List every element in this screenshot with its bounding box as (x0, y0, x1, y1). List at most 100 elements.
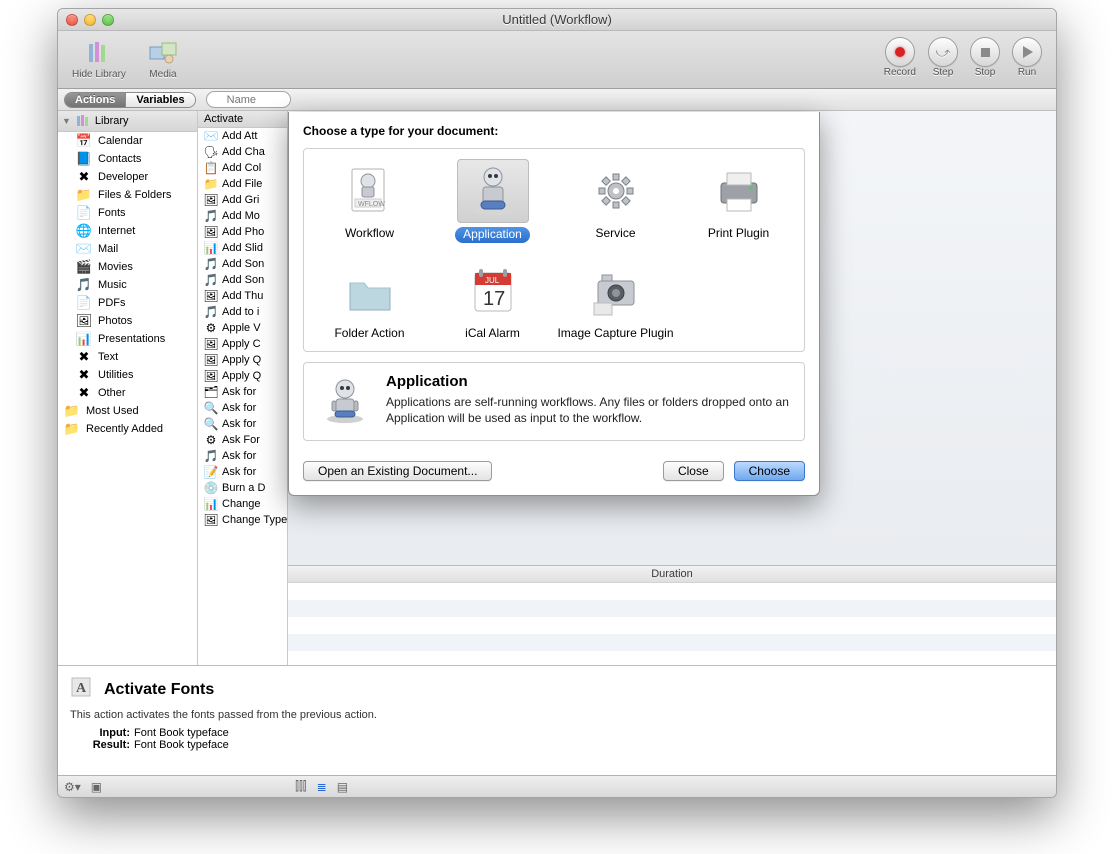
gear-menu-icon[interactable]: ⚙︎▾ (64, 780, 81, 794)
action-list-header[interactable]: Activate (198, 111, 287, 128)
action-item[interactable]: 🔍Ask for (198, 416, 287, 432)
step-label: Step (933, 67, 954, 78)
action-item[interactable]: 🔍Ask for (198, 400, 287, 416)
sidebar-item[interactable]: 📘Contacts (58, 150, 197, 168)
action-item[interactable]: ⚙︎Ask For (198, 432, 287, 448)
sidebar-item[interactable]: ✖︎Developer (58, 168, 197, 186)
action-label: Add to i (222, 306, 259, 318)
action-item[interactable]: 🖼Apply Q (198, 368, 287, 384)
doc-type-image-capture-plugin[interactable]: Image Capture Plugin (556, 259, 675, 341)
action-item[interactable]: 🖼Apply Q (198, 352, 287, 368)
choose-button[interactable]: Choose (734, 461, 805, 481)
action-item[interactable]: 📊Change (198, 496, 287, 512)
media-button[interactable]: Media (142, 35, 184, 82)
type-desc-text: Applications are self-running workflows.… (386, 394, 790, 426)
detail-result-value: Font Book typeface (134, 739, 229, 751)
action-icon: 💿 (204, 481, 218, 495)
tab-actions[interactable]: Actions (65, 93, 125, 107)
doc-type-workflow[interactable]: WFLOWWorkflow (310, 159, 429, 243)
tab-variables[interactable]: Variables (125, 93, 194, 107)
step-button[interactable]: ⤻ Step (924, 35, 962, 80)
action-item[interactable]: 📊Add Slid (198, 240, 287, 256)
action-item[interactable]: 🎵Add Son (198, 256, 287, 272)
sidebar-item[interactable]: 📅Calendar (58, 132, 197, 150)
category-icon: 🎵 (76, 277, 92, 293)
open-existing-button[interactable]: Open an Existing Document... (303, 461, 492, 481)
outline-icon[interactable]: ▤ (337, 780, 348, 794)
sidebar-item[interactable]: 🎵 Music (58, 276, 197, 294)
close-button[interactable]: Close (663, 461, 724, 481)
action-item[interactable]: 💿Burn a D (198, 480, 287, 496)
zoom-window-button[interactable] (102, 14, 114, 26)
action-icon: 🎵 (204, 209, 218, 223)
sidebar-item[interactable]: 🖼Photos (58, 312, 197, 330)
category-icon: ✉️ (76, 241, 92, 257)
toggle-detail-icon[interactable]: ▣ (91, 780, 102, 794)
action-item[interactable]: 📁Add File (198, 176, 287, 192)
minimize-window-button[interactable] (84, 14, 96, 26)
doc-type-service[interactable]: Service (556, 159, 675, 243)
action-icon: ⚙︎ (204, 321, 218, 335)
hide-library-label: Hide Library (72, 69, 126, 80)
action-item[interactable]: 🎵Add Mo (198, 208, 287, 224)
action-item[interactable]: 🖼Change Type of Images (198, 512, 287, 528)
action-item[interactable]: 🗣Add Cha (198, 144, 287, 160)
action-item[interactable]: ⚙︎Apple V (198, 320, 287, 336)
action-icon: 📋 (204, 161, 218, 175)
doc-type-print-plugin[interactable]: Print Plugin (679, 159, 798, 243)
action-item[interactable]: 🎵Add to i (198, 304, 287, 320)
sidebar-item[interactable]: 📁Files & Folders (58, 186, 197, 204)
sidebar-special-item[interactable]: 📁Recently Added (58, 420, 197, 438)
sidebar-item[interactable]: 🌐Internet (58, 222, 197, 240)
doc-type-label: Service (595, 227, 635, 241)
log-table[interactable] (288, 583, 1056, 665)
category-icon: 📄 (76, 205, 92, 221)
columns-icon[interactable]: ⫿⫿⫿ (295, 779, 307, 794)
log-duration-header: Duration (288, 565, 1056, 583)
action-item[interactable]: 🖼 Add Pho (198, 224, 287, 240)
sidebar-item-label: Developer (98, 171, 148, 183)
list-icon[interactable]: ≣ (317, 780, 327, 794)
action-item[interactable]: 🖼Add Gri (198, 192, 287, 208)
run-button[interactable]: Run (1008, 35, 1046, 80)
action-label: Add Gri (222, 194, 259, 206)
sidebar-item-label: Fonts (98, 207, 126, 219)
close-window-button[interactable] (66, 14, 78, 26)
sidebar-item-label: Files & Folders (98, 189, 171, 201)
action-item[interactable]: 🎵Ask for (198, 448, 287, 464)
sidebar-item[interactable]: ✖︎Text (58, 348, 197, 366)
action-item[interactable]: ✉️Add Att (198, 128, 287, 144)
svg-text:WFLOW: WFLOW (358, 201, 385, 208)
record-button[interactable]: Record (880, 35, 920, 80)
action-label: Ask for (222, 418, 256, 430)
action-item[interactable]: 📋Add Col (198, 160, 287, 176)
disclosure-triangle-icon[interactable]: ▼ (62, 116, 71, 126)
doc-type-application[interactable]: Application (433, 159, 552, 243)
library-header[interactable]: ▼ Library (58, 111, 197, 132)
stop-icon (970, 37, 1000, 67)
action-item[interactable]: 🖼Add Thu (198, 288, 287, 304)
action-item[interactable]: 🗂Ask for (198, 384, 287, 400)
doc-type-ical-alarm[interactable]: JUL17iCal Alarm (433, 259, 552, 341)
stop-button[interactable]: Stop (966, 35, 1004, 80)
automator-window: Untitled (Workflow) Hide Library Media R… (57, 8, 1057, 798)
sidebar-item[interactable]: 📊Presentations (58, 330, 197, 348)
sidebar-item[interactable]: 📄 Fonts (58, 204, 197, 222)
detail-result-label: Result: (70, 739, 130, 751)
sidebar-item[interactable]: ✖︎Other (58, 384, 197, 402)
sidebar-item-label: Music (98, 279, 127, 291)
action-icon: 🖼 (204, 225, 218, 239)
action-item[interactable]: 🖼Apply C (198, 336, 287, 352)
doc-type-folder-action[interactable]: Folder Action (310, 259, 429, 341)
search-input[interactable] (206, 91, 291, 108)
sidebar-special-item[interactable]: 📁Most Used (58, 402, 197, 420)
action-item[interactable]: 🎵Add Son (198, 272, 287, 288)
sidebar-item[interactable]: ✖︎Utilities (58, 366, 197, 384)
sidebar-item[interactable]: ✉️Mail (58, 240, 197, 258)
action-label: Add Pho (222, 226, 264, 238)
sidebar-item[interactable]: 🎬Movies (58, 258, 197, 276)
action-item[interactable]: 📝Ask for (198, 464, 287, 480)
traffic-lights (66, 14, 114, 26)
sidebar-item[interactable]: 📄PDFs (58, 294, 197, 312)
hide-library-button[interactable]: Hide Library (68, 35, 130, 82)
